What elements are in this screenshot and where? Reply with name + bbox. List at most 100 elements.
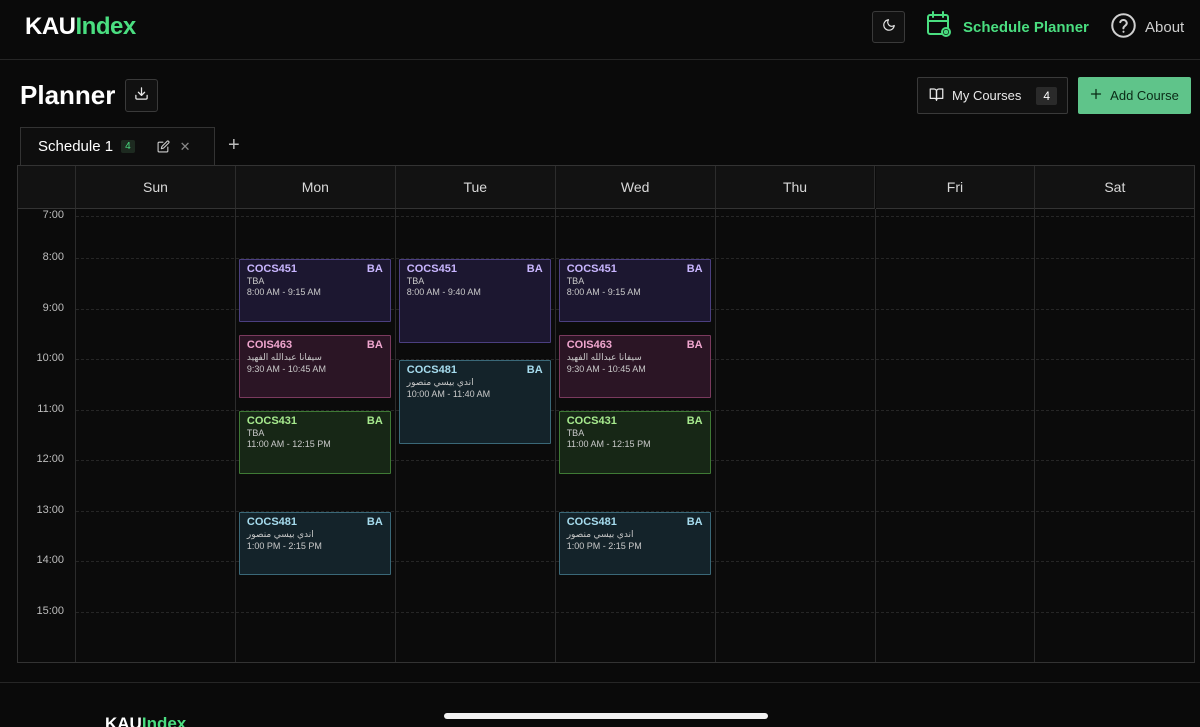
section-badge: BA: [366, 263, 383, 275]
tab-count-badge: 4: [121, 140, 135, 153]
instructor-name: اندي بيسي منصور: [566, 529, 634, 539]
my-courses-count-badge: 4: [1036, 86, 1057, 105]
course-block-cocs481[interactable]: COCS481 BA اندي بيسي منصور 1:00 PM - 2:15 P…: [558, 512, 711, 575]
download-button[interactable]: [125, 79, 158, 112]
course-code: COIS463: [246, 339, 293, 351]
course-block-cocs431[interactable]: COCS431 BA TBA 11:00 AM - 12:15 PM: [238, 411, 391, 474]
footer-logo-part-2: Index: [141, 714, 187, 727]
nav-schedule-planner[interactable]: Schedule Planner: [926, 11, 1089, 43]
section-badge: BA: [366, 516, 383, 528]
my-courses-button[interactable]: My Courses 4: [917, 77, 1068, 114]
course-block-cocs431[interactable]: COCS431 BA TBA 11:00 AM - 12:15 PM: [558, 411, 711, 474]
section-badge: BA: [526, 364, 543, 376]
column-divider: [874, 209, 876, 662]
column-divider: [714, 209, 716, 662]
course-block-cois463[interactable]: COIS463 BA سيفانا عبدالله الفهيد 9:30 AM - …: [558, 335, 711, 398]
plus-icon: +: [228, 134, 240, 156]
course-code: COCS451: [406, 263, 457, 275]
course-code: COCS451: [566, 263, 617, 275]
nav-schedule-planner-label: Schedule Planner: [963, 18, 1089, 36]
day-header-sun: Sun: [76, 166, 236, 209]
course-block-cocs451[interactable]: COCS451 BA TBA 8:00 AM - 9:15 AM: [558, 259, 711, 322]
instructor-name: TBA: [566, 428, 585, 438]
footer-logo[interactable]: KAUIndex: [105, 714, 186, 727]
day-header-tue: Tue: [395, 166, 556, 209]
time-range: 8:00 AM - 9:15 AM: [566, 287, 641, 297]
course-block-cocs451[interactable]: COCS451 BA TBA 8:00 AM - 9:15 AM: [238, 259, 391, 322]
section-badge: BA: [686, 415, 703, 427]
instructor-name: سيفانا عبدالله الفهيد: [246, 352, 322, 362]
instructor-name: TBA: [246, 276, 265, 286]
course-block-cois463[interactable]: COIS463 BA سيفانا عبدالله الفهيد 9:30 AM - …: [238, 335, 391, 398]
time-label: 14:00: [36, 554, 64, 566]
time-label: 9:00: [42, 302, 64, 314]
home-indicator[interactable]: [444, 713, 768, 719]
day-header-fri: Fri: [875, 166, 1036, 209]
time-range: 8:00 AM - 9:40 AM: [406, 287, 481, 297]
book-open-icon: [929, 87, 944, 104]
time-range: 10:00 AM - 11:40 AM: [406, 389, 491, 399]
edit-icon[interactable]: [157, 140, 170, 153]
add-course-button[interactable]: Add Course: [1078, 77, 1191, 114]
hour-gridline: [76, 216, 1194, 217]
theme-toggle-button[interactable]: [872, 11, 905, 43]
instructor-name: سيفانا عبدالله الفهيد: [566, 352, 642, 362]
add-tab-button[interactable]: +: [228, 135, 240, 155]
download-icon: [134, 86, 149, 106]
time-label: 11:00: [37, 403, 64, 415]
footer-divider: [0, 682, 1200, 683]
my-courses-label: My Courses: [952, 88, 1022, 103]
weekly-calendar: Sun Mon Tue Wed Thu Fri Sat 7:00 8:00 9:00 10:00 11…: [17, 165, 1195, 663]
logo-part-1: KAU: [25, 13, 76, 40]
time-label: 13:00: [36, 504, 64, 516]
course-code: COIS463: [566, 339, 612, 351]
instructor-name: TBA: [566, 276, 585, 286]
section-badge: BA: [686, 339, 703, 351]
help-circle-icon: [1110, 12, 1137, 43]
section-badge: BA: [366, 339, 383, 351]
close-icon[interactable]: ✕: [180, 139, 191, 155]
time-range: 1:00 PM - 2:15 PM: [246, 541, 322, 551]
time-range: 1:00 PM - 2:15 PM: [566, 541, 642, 551]
time-range: 11:00 AM - 12:15 PM: [246, 439, 331, 449]
time-label: 8:00: [42, 251, 64, 263]
column-divider: [1034, 209, 1036, 662]
tab-schedule-1[interactable]: Schedule 1 4 ✕: [20, 127, 215, 165]
course-code: COCS431: [566, 415, 617, 427]
moon-icon: [882, 18, 896, 37]
day-header-wed: Wed: [555, 166, 716, 209]
day-header-mon: Mon: [235, 166, 396, 209]
add-course-label: Add Course: [1110, 88, 1179, 103]
instructor-name: TBA: [246, 428, 265, 438]
time-range: 11:00 AM - 12:15 PM: [566, 439, 651, 449]
time-label: 12:00: [36, 453, 64, 465]
course-code: COCS481: [406, 364, 457, 376]
column-divider: [394, 209, 396, 662]
time-range: 9:30 AM - 10:45 AM: [566, 364, 646, 374]
course-code: COCS451: [246, 263, 298, 275]
course-code: COCS431: [246, 415, 298, 427]
course-block-cocs451[interactable]: COCS451 BA TBA 8:00 AM - 9:40 AM: [398, 259, 551, 343]
time-label: 7:00: [42, 209, 64, 221]
hour-gridline: [76, 612, 1194, 613]
section-badge: BA: [526, 263, 543, 275]
section-badge: BA: [686, 263, 703, 275]
course-block-cocs481[interactable]: COCS481 BA اندي بيسي منصور 10:00 AM - 11:40…: [398, 360, 551, 444]
plus-icon: [1090, 88, 1102, 103]
section-badge: BA: [686, 516, 703, 528]
time-range: 9:30 AM - 10:45 AM: [246, 364, 326, 374]
logo-part-2: Index: [75, 13, 137, 40]
logo[interactable]: KAUIndex: [25, 13, 136, 41]
calendar-gear-icon: [926, 11, 953, 43]
time-label: 10:00: [36, 352, 64, 364]
footer-logo-part-1: KAU: [105, 714, 142, 727]
day-header-thu: Thu: [715, 166, 876, 209]
nav-about[interactable]: About: [1110, 12, 1184, 42]
course-block-cocs481[interactable]: COCS481 BA اندي بيسي منصور 1:00 PM - 2:15 P…: [238, 512, 391, 575]
course-code: COCS481: [566, 516, 617, 528]
top-nav: KAUIndex Schedule Planner About: [0, 0, 1200, 60]
instructor-name: اندي بيسي منصور: [246, 529, 314, 539]
instructor-name: TBA: [406, 276, 425, 286]
day-header-sat: Sat: [1035, 166, 1194, 209]
course-code: COCS481: [246, 516, 298, 528]
